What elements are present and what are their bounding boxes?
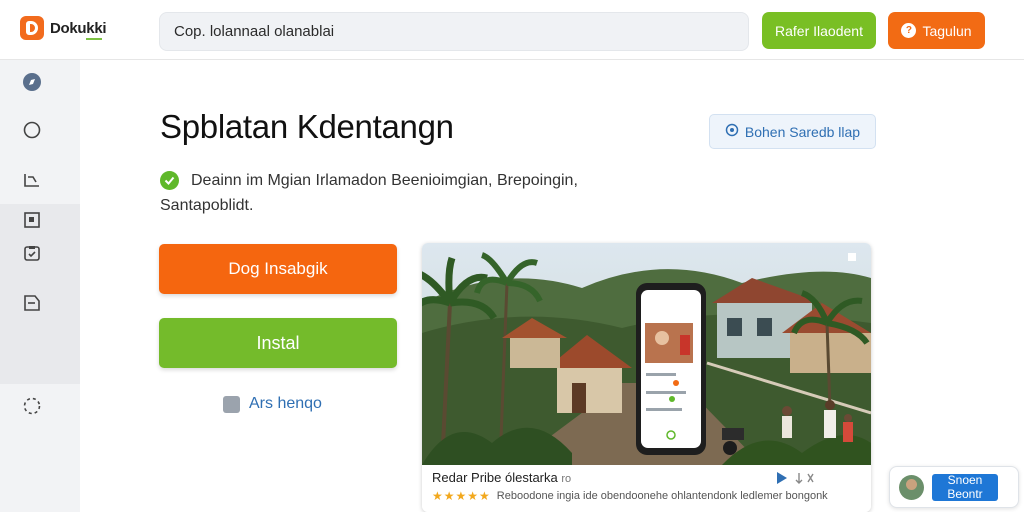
page-title: Spblatan Kdentangn bbox=[160, 108, 454, 145]
help-button-label: Bohen Saredb llap bbox=[744, 123, 861, 140]
logo-icon bbox=[20, 16, 44, 40]
header-green-button[interactable]: Rafer Ilaodent bbox=[762, 12, 876, 49]
help-button[interactable]: Bohen Saredb llap bbox=[709, 114, 876, 149]
caption-details: ★★★★★ Reboodone ingia ide obendoonehe oh… bbox=[432, 489, 861, 503]
chart-icon[interactable] bbox=[22, 170, 42, 190]
chat-widget[interactable]: Snoen Beontr bbox=[889, 466, 1019, 508]
tag-icon[interactable] bbox=[22, 293, 42, 313]
top-bar: Dokukki Rafer Ilaodent ? Tagulun bbox=[0, 0, 1024, 60]
install-button[interactable]: Instal bbox=[159, 318, 397, 368]
caption-suffix: ro bbox=[561, 473, 572, 485]
village-photo bbox=[422, 243, 871, 465]
play-icon[interactable] bbox=[775, 471, 815, 485]
clipboard-icon[interactable] bbox=[22, 243, 42, 263]
help-icon bbox=[725, 123, 739, 140]
loading-icon[interactable] bbox=[22, 396, 42, 416]
chat-button[interactable]: Snoen Beontr bbox=[932, 473, 998, 501]
description-line-1: Deainn im Mgian Irlamadon Beenioimgian, … bbox=[191, 171, 578, 189]
option-checkbox[interactable] bbox=[223, 395, 240, 413]
question-icon: ? bbox=[901, 23, 917, 38]
primary-action-button[interactable]: Dog Insabgik bbox=[159, 244, 397, 294]
circle-icon[interactable] bbox=[22, 120, 42, 140]
option-checkbox-label[interactable]: Ars henqo bbox=[249, 395, 322, 413]
square-icon[interactable] bbox=[22, 210, 42, 230]
check-icon bbox=[160, 171, 179, 190]
sidebar bbox=[0, 60, 80, 512]
brand-name: Dokukki bbox=[50, 19, 107, 40]
description-line-2: Santapoblidt. bbox=[160, 197, 254, 214]
header-orange-label: Tagulun bbox=[922, 22, 972, 39]
media-card[interactable]: Redar Pribe ólestarka ro ★★★★★ Reboodone… bbox=[422, 243, 871, 512]
header-orange-button[interactable]: ? Tagulun bbox=[888, 12, 985, 49]
search-input[interactable] bbox=[159, 12, 749, 51]
caption-text: Reboodone ingia ide obendoonehe ohlanten… bbox=[496, 490, 828, 502]
option-checkbox-row[interactable]: Ars henqo bbox=[223, 395, 322, 413]
brand-logo[interactable]: Dokukki bbox=[20, 16, 107, 40]
rating-stars: ★★★★★ bbox=[432, 489, 491, 503]
description: Deainn im Mgian Irlamadon Beenioimgian, … bbox=[160, 171, 578, 190]
phone-mockup bbox=[636, 283, 706, 455]
avatar bbox=[899, 474, 924, 500]
caption-title: Redar Pribe ólestarka bbox=[432, 470, 558, 485]
compass-icon[interactable] bbox=[22, 72, 42, 92]
